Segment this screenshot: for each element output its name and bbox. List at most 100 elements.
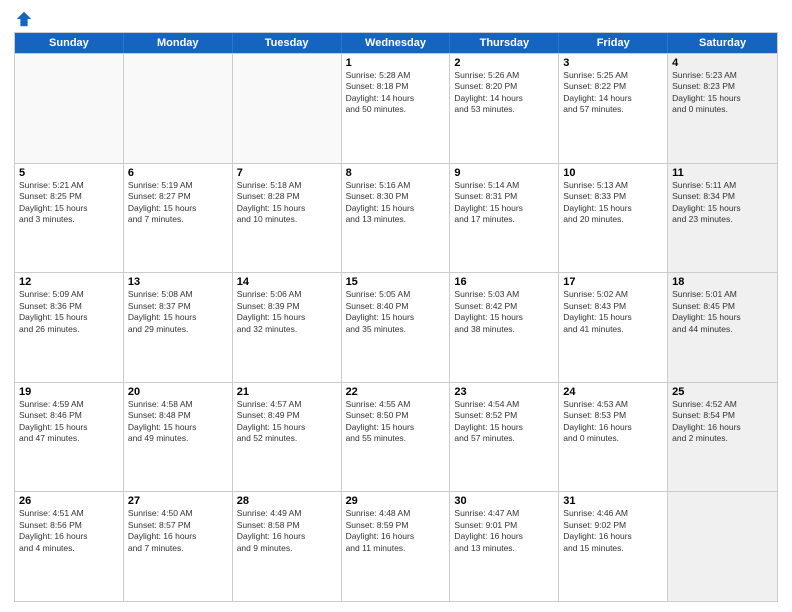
day-number: 30 xyxy=(454,495,554,507)
day-number: 25 xyxy=(672,386,773,398)
cell-info: Sunrise: 4:55 AMSunset: 8:50 PMDaylight:… xyxy=(346,399,446,445)
cell-info: Sunrise: 5:03 AMSunset: 8:42 PMDaylight:… xyxy=(454,289,554,335)
calendar: SundayMondayTuesdayWednesdayThursdayFrid… xyxy=(14,32,778,602)
calendar-cell: 15Sunrise: 5:05 AMSunset: 8:40 PMDayligh… xyxy=(342,273,451,382)
day-number: 24 xyxy=(563,386,663,398)
day-number: 15 xyxy=(346,276,446,288)
calendar-header-day: Sunday xyxy=(15,33,124,53)
calendar-cell: 7Sunrise: 5:18 AMSunset: 8:28 PMDaylight… xyxy=(233,164,342,273)
day-number: 31 xyxy=(563,495,663,507)
calendar-header: SundayMondayTuesdayWednesdayThursdayFrid… xyxy=(15,33,777,53)
calendar-cell: 6Sunrise: 5:19 AMSunset: 8:27 PMDaylight… xyxy=(124,164,233,273)
header xyxy=(14,10,778,26)
cell-info: Sunrise: 5:18 AMSunset: 8:28 PMDaylight:… xyxy=(237,180,337,226)
calendar-cell: 1Sunrise: 5:28 AMSunset: 8:18 PMDaylight… xyxy=(342,54,451,163)
cell-info: Sunrise: 4:49 AMSunset: 8:58 PMDaylight:… xyxy=(237,508,337,554)
calendar-cell: 29Sunrise: 4:48 AMSunset: 8:59 PMDayligh… xyxy=(342,492,451,601)
cell-info: Sunrise: 5:06 AMSunset: 8:39 PMDaylight:… xyxy=(237,289,337,335)
calendar-cell: 22Sunrise: 4:55 AMSunset: 8:50 PMDayligh… xyxy=(342,383,451,492)
calendar-week: 5Sunrise: 5:21 AMSunset: 8:25 PMDaylight… xyxy=(15,163,777,273)
calendar-cell: 11Sunrise: 5:11 AMSunset: 8:34 PMDayligh… xyxy=(668,164,777,273)
cell-info: Sunrise: 4:52 AMSunset: 8:54 PMDaylight:… xyxy=(672,399,773,445)
cell-info: Sunrise: 5:25 AMSunset: 8:22 PMDaylight:… xyxy=(563,70,663,116)
logo xyxy=(14,10,33,26)
cell-info: Sunrise: 5:11 AMSunset: 8:34 PMDaylight:… xyxy=(672,180,773,226)
calendar-cell: 8Sunrise: 5:16 AMSunset: 8:30 PMDaylight… xyxy=(342,164,451,273)
calendar-cell: 16Sunrise: 5:03 AMSunset: 8:42 PMDayligh… xyxy=(450,273,559,382)
day-number: 18 xyxy=(672,276,773,288)
calendar-header-day: Tuesday xyxy=(233,33,342,53)
page: SundayMondayTuesdayWednesdayThursdayFrid… xyxy=(0,0,792,612)
calendar-cell: 2Sunrise: 5:26 AMSunset: 8:20 PMDaylight… xyxy=(450,54,559,163)
calendar-cell: 26Sunrise: 4:51 AMSunset: 8:56 PMDayligh… xyxy=(15,492,124,601)
calendar-week: 12Sunrise: 5:09 AMSunset: 8:36 PMDayligh… xyxy=(15,272,777,382)
day-number: 8 xyxy=(346,167,446,179)
cell-info: Sunrise: 5:01 AMSunset: 8:45 PMDaylight:… xyxy=(672,289,773,335)
calendar-cell: 4Sunrise: 5:23 AMSunset: 8:23 PMDaylight… xyxy=(668,54,777,163)
calendar-header-day: Saturday xyxy=(668,33,777,53)
cell-info: Sunrise: 4:51 AMSunset: 8:56 PMDaylight:… xyxy=(19,508,119,554)
day-number: 4 xyxy=(672,57,773,69)
day-number: 9 xyxy=(454,167,554,179)
cell-info: Sunrise: 5:28 AMSunset: 8:18 PMDaylight:… xyxy=(346,70,446,116)
cell-info: Sunrise: 4:50 AMSunset: 8:57 PMDaylight:… xyxy=(128,508,228,554)
day-number: 20 xyxy=(128,386,228,398)
calendar-cell: 3Sunrise: 5:25 AMSunset: 8:22 PMDaylight… xyxy=(559,54,668,163)
cell-info: Sunrise: 4:57 AMSunset: 8:49 PMDaylight:… xyxy=(237,399,337,445)
cell-info: Sunrise: 5:19 AMSunset: 8:27 PMDaylight:… xyxy=(128,180,228,226)
calendar-cell: 21Sunrise: 4:57 AMSunset: 8:49 PMDayligh… xyxy=(233,383,342,492)
calendar-header-day: Monday xyxy=(124,33,233,53)
day-number: 23 xyxy=(454,386,554,398)
calendar-cell: 17Sunrise: 5:02 AMSunset: 8:43 PMDayligh… xyxy=(559,273,668,382)
day-number: 10 xyxy=(563,167,663,179)
cell-info: Sunrise: 5:14 AMSunset: 8:31 PMDaylight:… xyxy=(454,180,554,226)
day-number: 11 xyxy=(672,167,773,179)
calendar-header-day: Wednesday xyxy=(342,33,451,53)
day-number: 29 xyxy=(346,495,446,507)
logo-icon xyxy=(15,10,33,28)
cell-info: Sunrise: 4:58 AMSunset: 8:48 PMDaylight:… xyxy=(128,399,228,445)
day-number: 16 xyxy=(454,276,554,288)
day-number: 26 xyxy=(19,495,119,507)
day-number: 5 xyxy=(19,167,119,179)
calendar-header-day: Thursday xyxy=(450,33,559,53)
cell-info: Sunrise: 5:09 AMSunset: 8:36 PMDaylight:… xyxy=(19,289,119,335)
cell-info: Sunrise: 5:05 AMSunset: 8:40 PMDaylight:… xyxy=(346,289,446,335)
cell-info: Sunrise: 4:54 AMSunset: 8:52 PMDaylight:… xyxy=(454,399,554,445)
cell-info: Sunrise: 4:59 AMSunset: 8:46 PMDaylight:… xyxy=(19,399,119,445)
day-number: 3 xyxy=(563,57,663,69)
day-number: 17 xyxy=(563,276,663,288)
calendar-cell: 9Sunrise: 5:14 AMSunset: 8:31 PMDaylight… xyxy=(450,164,559,273)
calendar-body: 1Sunrise: 5:28 AMSunset: 8:18 PMDaylight… xyxy=(15,53,777,601)
calendar-cell: 12Sunrise: 5:09 AMSunset: 8:36 PMDayligh… xyxy=(15,273,124,382)
calendar-cell xyxy=(124,54,233,163)
cell-info: Sunrise: 5:23 AMSunset: 8:23 PMDaylight:… xyxy=(672,70,773,116)
day-number: 13 xyxy=(128,276,228,288)
calendar-cell xyxy=(15,54,124,163)
calendar-cell: 13Sunrise: 5:08 AMSunset: 8:37 PMDayligh… xyxy=(124,273,233,382)
cell-info: Sunrise: 5:08 AMSunset: 8:37 PMDaylight:… xyxy=(128,289,228,335)
cell-info: Sunrise: 5:16 AMSunset: 8:30 PMDaylight:… xyxy=(346,180,446,226)
calendar-cell: 18Sunrise: 5:01 AMSunset: 8:45 PMDayligh… xyxy=(668,273,777,382)
calendar-cell: 31Sunrise: 4:46 AMSunset: 9:02 PMDayligh… xyxy=(559,492,668,601)
day-number: 28 xyxy=(237,495,337,507)
calendar-header-day: Friday xyxy=(559,33,668,53)
day-number: 6 xyxy=(128,167,228,179)
calendar-cell: 24Sunrise: 4:53 AMSunset: 8:53 PMDayligh… xyxy=(559,383,668,492)
calendar-week: 1Sunrise: 5:28 AMSunset: 8:18 PMDaylight… xyxy=(15,53,777,163)
cell-info: Sunrise: 5:13 AMSunset: 8:33 PMDaylight:… xyxy=(563,180,663,226)
calendar-cell: 14Sunrise: 5:06 AMSunset: 8:39 PMDayligh… xyxy=(233,273,342,382)
day-number: 22 xyxy=(346,386,446,398)
cell-info: Sunrise: 4:47 AMSunset: 9:01 PMDaylight:… xyxy=(454,508,554,554)
cell-info: Sunrise: 4:46 AMSunset: 9:02 PMDaylight:… xyxy=(563,508,663,554)
calendar-cell: 30Sunrise: 4:47 AMSunset: 9:01 PMDayligh… xyxy=(450,492,559,601)
calendar-cell: 20Sunrise: 4:58 AMSunset: 8:48 PMDayligh… xyxy=(124,383,233,492)
cell-info: Sunrise: 5:26 AMSunset: 8:20 PMDaylight:… xyxy=(454,70,554,116)
calendar-cell: 28Sunrise: 4:49 AMSunset: 8:58 PMDayligh… xyxy=(233,492,342,601)
calendar-cell: 10Sunrise: 5:13 AMSunset: 8:33 PMDayligh… xyxy=(559,164,668,273)
calendar-cell: 25Sunrise: 4:52 AMSunset: 8:54 PMDayligh… xyxy=(668,383,777,492)
day-number: 19 xyxy=(19,386,119,398)
calendar-week: 19Sunrise: 4:59 AMSunset: 8:46 PMDayligh… xyxy=(15,382,777,492)
calendar-cell: 23Sunrise: 4:54 AMSunset: 8:52 PMDayligh… xyxy=(450,383,559,492)
cell-info: Sunrise: 5:21 AMSunset: 8:25 PMDaylight:… xyxy=(19,180,119,226)
